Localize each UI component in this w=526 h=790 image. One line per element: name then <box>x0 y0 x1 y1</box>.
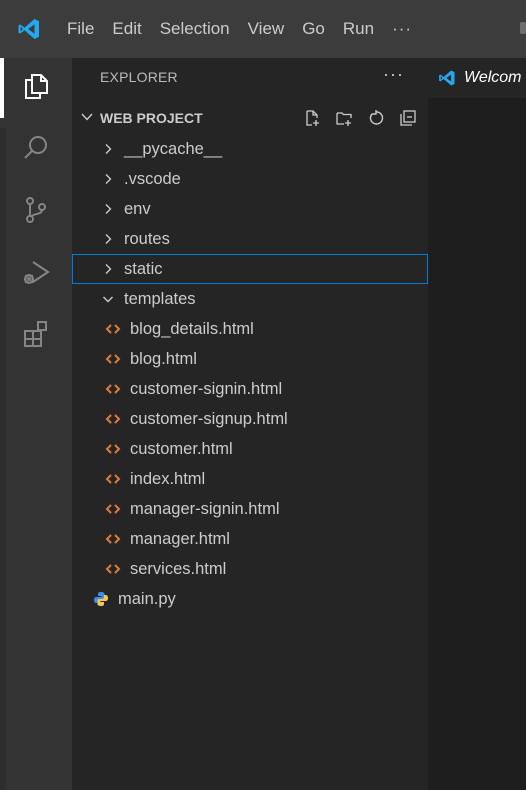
workspace-section-header[interactable]: WEB PROJECT <box>72 104 428 132</box>
tree-item-label: manager.html <box>130 529 230 548</box>
tree-item-file[interactable]: customer-signin.html <box>72 374 428 404</box>
tree-item-label: blog_details.html <box>130 319 254 338</box>
chevron-right-icon <box>100 201 116 217</box>
activity-bar-edge <box>0 128 6 790</box>
chevron-right-icon <box>100 171 116 187</box>
html-file-icon <box>104 381 122 397</box>
chevron-right-icon <box>100 231 116 247</box>
tree-item-label: manager-signin.html <box>130 499 280 518</box>
activity-explorer[interactable] <box>0 58 72 118</box>
activity-source-control[interactable] <box>0 182 72 242</box>
tree-item-file[interactable]: manager.html <box>72 524 428 554</box>
menu-run[interactable]: Run <box>334 0 383 58</box>
new-file-icon[interactable] <box>302 108 322 128</box>
html-file-icon <box>104 411 122 427</box>
chevron-right-icon <box>100 261 116 277</box>
collapse-all-icon[interactable] <box>398 108 418 128</box>
chevron-down-icon <box>80 110 94 129</box>
active-indicator <box>0 58 4 118</box>
explorer-title: EXPLORER <box>100 69 178 85</box>
tree-item-folder[interactable]: __pycache__ <box>72 134 428 164</box>
tree-item-label: main.py <box>118 589 176 608</box>
html-file-icon <box>104 351 122 367</box>
tree-item-label: .vscode <box>124 169 181 188</box>
tree-item-file[interactable]: customer-signup.html <box>72 404 428 434</box>
tree-item-file[interactable]: manager-signin.html <box>72 494 428 524</box>
activity-search[interactable] <box>0 120 72 180</box>
run-debug-icon <box>21 257 51 292</box>
files-icon <box>21 71 51 106</box>
refresh-icon[interactable] <box>366 108 386 128</box>
python-file-icon <box>92 591 110 607</box>
tree-item-file[interactable]: index.html <box>72 464 428 494</box>
tree-item-label: routes <box>124 229 170 248</box>
menu-edit[interactable]: Edit <box>103 0 150 58</box>
vscode-logo-icon <box>438 69 456 87</box>
tree-item-label: templates <box>124 289 196 308</box>
menu-file[interactable]: File <box>58 0 103 58</box>
title-edge-icon <box>520 22 526 34</box>
tree-item-folder[interactable]: routes <box>72 224 428 254</box>
html-file-icon <box>104 441 122 457</box>
tree-item-folder[interactable]: env <box>72 194 428 224</box>
html-file-icon <box>104 561 122 577</box>
tree-item-label: blog.html <box>130 349 197 368</box>
vscode-logo-icon <box>0 0 58 58</box>
menu-view[interactable]: View <box>239 0 294 58</box>
tree-item-label: customer.html <box>130 439 233 458</box>
workspace-title: WEB PROJECT <box>100 110 203 126</box>
tree-item-file[interactable]: blog_details.html <box>72 314 428 344</box>
tree-item-folder-expanded[interactable]: templates <box>72 284 428 314</box>
activity-extensions[interactable] <box>0 306 72 366</box>
menu-more-button[interactable]: ··· <box>383 0 421 58</box>
tree-item-file[interactable]: main.py <box>72 584 428 614</box>
chevron-down-icon <box>100 291 116 307</box>
menu-selection[interactable]: Selection <box>151 0 239 58</box>
tree-item-label: services.html <box>130 559 227 578</box>
tree-item-file[interactable]: services.html <box>72 554 428 584</box>
explorer-sidebar: EXPLORER ··· WEB PROJECT __pycache__ .vs… <box>72 58 428 790</box>
editor-area: Welcom <box>428 58 526 790</box>
extensions-icon <box>21 319 51 354</box>
html-file-icon <box>104 531 122 547</box>
tree-item-label: customer-signup.html <box>130 409 288 428</box>
tree-item-label: static <box>124 259 163 278</box>
tree-item-label: __pycache__ <box>124 139 223 158</box>
tree-item-label: customer-signin.html <box>130 379 283 398</box>
menu-bar: File Edit Selection View Go Run ··· <box>58 0 421 58</box>
search-icon <box>21 133 51 168</box>
explorer-header: EXPLORER ··· <box>72 58 428 98</box>
tree-item-file[interactable]: customer.html <box>72 434 428 464</box>
section-actions <box>302 108 418 128</box>
title-bar: File Edit Selection View Go Run ··· <box>0 0 526 58</box>
html-file-icon <box>104 321 122 337</box>
explorer-more-button[interactable]: ··· <box>383 64 404 85</box>
source-control-icon <box>21 195 51 230</box>
html-file-icon <box>104 501 122 517</box>
activity-bar <box>0 58 72 790</box>
tree-item-label: index.html <box>130 469 206 488</box>
tree-item-folder-focused[interactable]: static <box>72 254 428 284</box>
chevron-right-icon <box>100 141 116 157</box>
tree-item-label: env <box>124 199 151 218</box>
menu-go[interactable]: Go <box>293 0 334 58</box>
tree-item-folder[interactable]: .vscode <box>72 164 428 194</box>
html-file-icon <box>104 471 122 487</box>
tab-label: Welcom <box>464 69 522 86</box>
tree-item-file[interactable]: blog.html <box>72 344 428 374</box>
new-folder-icon[interactable] <box>334 108 354 128</box>
tab-welcome[interactable]: Welcom <box>428 58 526 98</box>
activity-run-debug[interactable] <box>0 244 72 304</box>
